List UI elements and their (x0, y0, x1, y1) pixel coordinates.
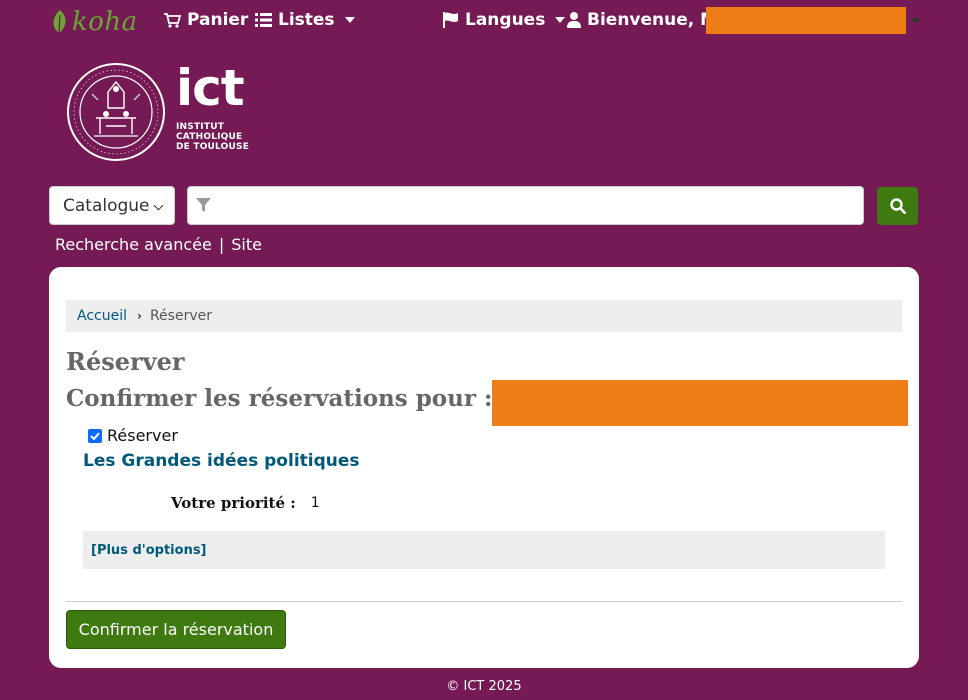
chevron-down-icon (344, 17, 355, 23)
ict-wordmark: ict (176, 59, 245, 117)
redacted-username (706, 7, 906, 34)
hold-checkbox[interactable] (88, 428, 102, 443)
search-scope-value: Catalogue (63, 195, 150, 216)
confirm-hold-button[interactable]: Confirmer la réservation (66, 610, 286, 649)
languages-dropdown[interactable]: Langues (443, 10, 566, 30)
welcome-label: Bienvenue, M. (587, 10, 724, 30)
confirm-subtitle: Confirmer les réservations pour : M. (66, 385, 534, 412)
cart-icon (164, 12, 181, 28)
priority-value: 1 (310, 495, 320, 511)
ict-logo[interactable]: ict INSTITUT CATHOLIQUE DE TOULOUSE (66, 59, 266, 166)
user-menu[interactable]: Bienvenue, M. (567, 10, 724, 30)
search-scope-select[interactable]: Catalogue (49, 186, 175, 225)
flag-icon (443, 12, 458, 28)
cart-label: Panier (187, 10, 249, 30)
footer-copyright: © ICT 2025 (446, 679, 522, 694)
search-links: Recherche avancée | Site (55, 235, 262, 254)
chevron-down-icon[interactable] (911, 18, 921, 24)
filter-icon[interactable] (196, 198, 211, 213)
chevron-down-icon (153, 200, 164, 211)
lists-label: Listes (278, 10, 335, 30)
site-link[interactable]: Site (231, 235, 262, 254)
koha-logo[interactable]: koha (50, 6, 138, 38)
user-icon (567, 12, 581, 28)
breadcrumb: Accueil › Réserver (66, 300, 902, 332)
university-seal-icon (67, 63, 165, 161)
book-title-link[interactable]: Les Grandes idées politiques (83, 451, 360, 471)
list-icon (255, 13, 272, 27)
chevron-down-icon (555, 17, 566, 23)
search-icon (889, 198, 906, 214)
koha-leaf-icon (53, 10, 66, 34)
priority-row: Votre priorité : 1 (171, 494, 320, 512)
ict-subtitle-line: CATHOLIQUE (176, 132, 243, 142)
ict-subtitle-line: INSTITUT (176, 122, 225, 132)
page-title: Réserver (66, 347, 185, 376)
ict-subtitle-line: DE TOULOUSE (176, 142, 250, 152)
more-options-bar: [Plus d'options] (83, 531, 885, 569)
priority-label: Votre priorité : (171, 494, 296, 512)
main-content-card: Accueil › Réserver Réserver Confirmer le… (49, 267, 919, 668)
chevron-right-icon: › (137, 309, 142, 323)
divider (66, 601, 902, 602)
lists-dropdown[interactable]: Listes (255, 10, 355, 30)
advanced-search-link[interactable]: Recherche avancée (55, 235, 212, 254)
ict-subtitle: INSTITUT CATHOLIQUE DE TOULOUSE (176, 122, 249, 152)
breadcrumb-home-link[interactable]: Accueil (77, 308, 127, 324)
hold-checkbox-row[interactable]: Réserver (88, 426, 178, 445)
more-options-link[interactable]: [Plus d'options] (91, 543, 207, 558)
redacted-patron-name (492, 380, 908, 426)
search-button[interactable] (877, 187, 918, 225)
link-separator: | (218, 235, 225, 254)
search-input[interactable] (187, 186, 864, 225)
breadcrumb-current: Réserver (149, 308, 212, 324)
checkmark-icon (90, 431, 100, 440)
cart-link[interactable]: Panier (164, 10, 248, 30)
koha-logo-text: koha (72, 7, 138, 37)
hold-checkbox-label: Réserver (107, 426, 178, 445)
languages-label: Langues (465, 10, 546, 30)
top-navbar: koha Panier Listes Langues Bienvenue, M. (0, 0, 968, 44)
